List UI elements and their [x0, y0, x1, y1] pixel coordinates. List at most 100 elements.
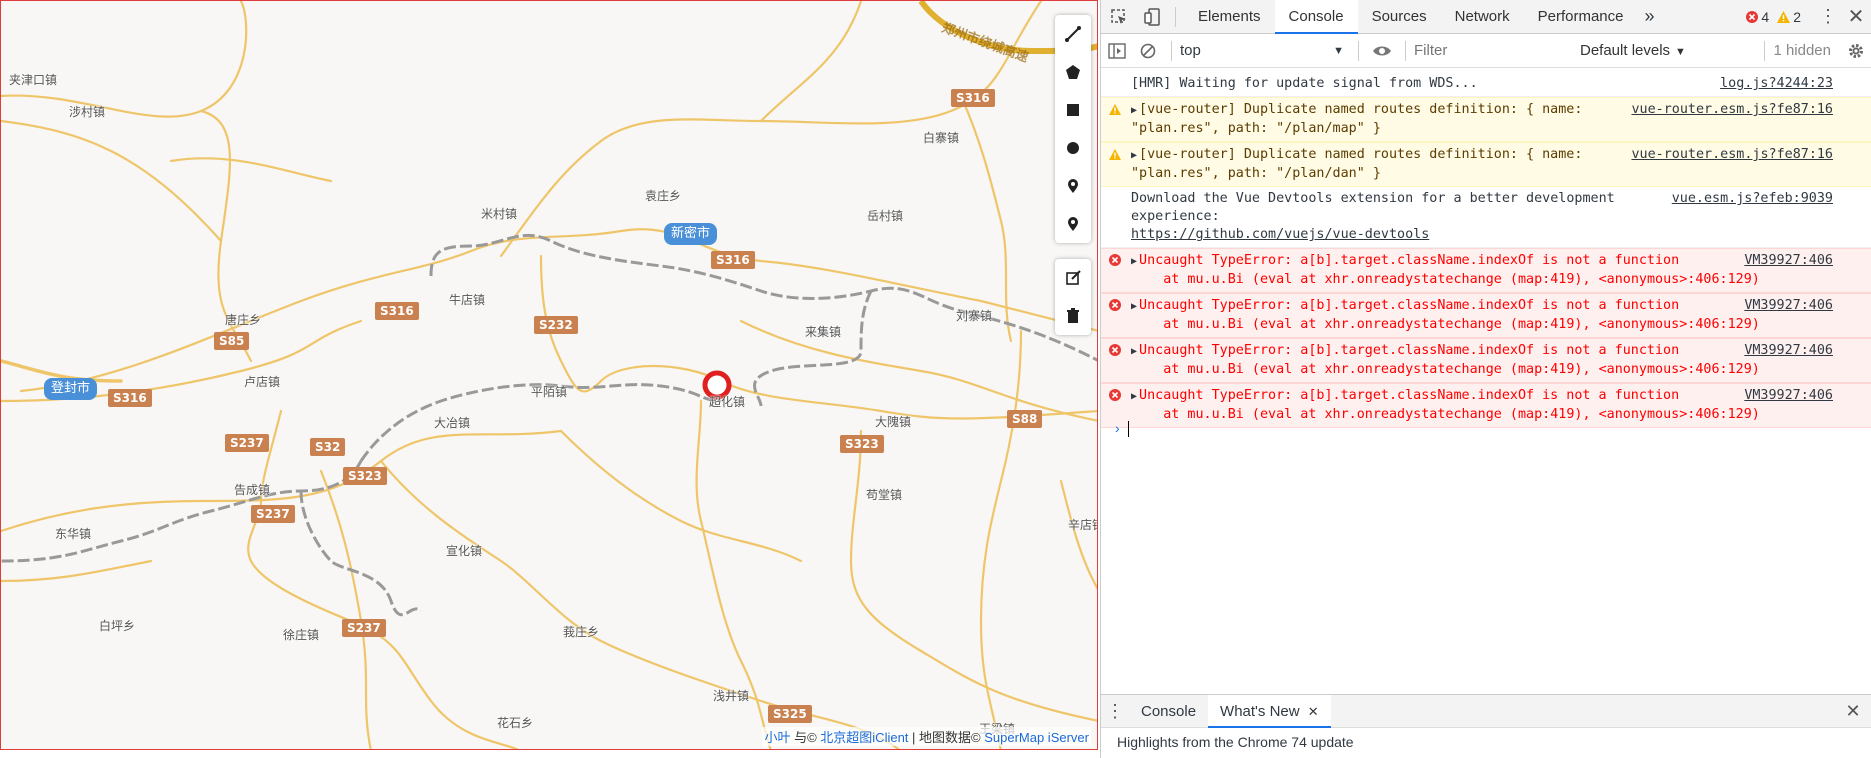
place-label: 夹津口镇 — [9, 73, 58, 87]
place-label: 辛店镇 — [1068, 518, 1097, 532]
message-source-link[interactable]: vue-router.esm.js?fe87:16 — [1631, 146, 1833, 164]
tab-performance[interactable]: Performance — [1524, 0, 1638, 34]
inspect-element-icon[interactable] — [1101, 8, 1137, 26]
tab-network[interactable]: Network — [1441, 0, 1524, 34]
message-line: at mu.u.Bi (eval at xhr.onreadystatechan… — [1131, 272, 1760, 287]
place-label: 告成镇 — [234, 483, 271, 497]
message-source-link[interactable]: log.js?4244:23 — [1720, 75, 1833, 93]
expand-arrow-icon[interactable]: ▶ — [1131, 301, 1137, 312]
console-message-error[interactable]: ▶ Uncaught TypeError: a[b].target.classNa… — [1101, 383, 1871, 428]
console-message-log[interactable]: [HMR] Waiting for update signal from WDS… — [1101, 72, 1871, 97]
place-label: 大隗镇 — [875, 415, 912, 429]
place-label: 徐庄镇 — [283, 628, 320, 642]
road-shield: S237 — [342, 619, 386, 637]
expand-arrow-icon[interactable]: ▶ — [1131, 105, 1137, 116]
road-shield: S316 — [375, 302, 419, 320]
clear-console-icon[interactable] — [1133, 43, 1163, 59]
road-shield: S323 — [343, 467, 387, 485]
attribution-iclient-link[interactable]: 北京超图iClient — [820, 730, 908, 745]
error-icon — [1109, 344, 1121, 362]
device-toolbar-icon[interactable] — [1137, 7, 1167, 26]
settings-gear-icon[interactable] — [1841, 42, 1871, 60]
expand-arrow-icon[interactable]: ▶ — [1131, 391, 1137, 402]
message-line: at mu.u.Bi (eval at xhr.onreadystatechan… — [1131, 407, 1760, 422]
place-label: 苟堂镇 — [866, 488, 903, 502]
message-link[interactable]: https://github.com/vuejs/vue-devtools — [1131, 227, 1429, 242]
console-message-error[interactable]: ▶ Uncaught TypeError: a[b].target.classNa… — [1101, 293, 1871, 338]
message-source-link[interactable]: VM39927:406 — [1744, 387, 1833, 405]
tab-elements[interactable]: Elements — [1184, 0, 1275, 34]
more-tabs-icon[interactable]: » — [1638, 6, 1662, 27]
place-label: 牛店镇 — [449, 293, 486, 307]
warning-icon — [1109, 148, 1121, 166]
close-drawer-icon[interactable]: ✕ — [1835, 701, 1871, 722]
devtools-panel: Elements Console Sources Network Perform… — [1100, 0, 1871, 758]
line-tool-icon[interactable] — [1055, 15, 1091, 53]
message-line: at mu.u.Bi (eval at xhr.onreadystatechan… — [1131, 317, 1760, 332]
road-shield: S85 — [214, 332, 250, 350]
road-shield: S237 — [251, 505, 295, 523]
message-source-link[interactable]: VM39927:406 — [1744, 252, 1833, 270]
chevron-down-icon: ▼ — [1675, 46, 1686, 58]
expand-arrow-icon[interactable]: ▶ — [1131, 256, 1137, 267]
message-line: "plan.res", path: "/plan/dan" } — [1131, 166, 1381, 181]
warning-icon — [1109, 103, 1121, 121]
message-source-link[interactable]: VM39927:406 — [1744, 297, 1833, 315]
message-source-link[interactable]: VM39927:406 — [1744, 342, 1833, 360]
close-devtools-icon[interactable]: ✕ — [1841, 4, 1871, 29]
console-message-error[interactable]: ▶ Uncaught TypeError: a[b].target.classNa… — [1101, 338, 1871, 383]
circle-tool-icon[interactable] — [1055, 129, 1091, 167]
road-shield: S88 — [1007, 410, 1043, 428]
tab-console[interactable]: Console — [1274, 0, 1358, 34]
place-label: 大冶镇 — [434, 416, 471, 430]
whats-new-text: Highlights from the Chrome 74 update — [1117, 734, 1354, 750]
marker-tool-icon[interactable] — [1055, 167, 1091, 205]
error-icon — [1109, 389, 1121, 407]
live-expression-eye-icon[interactable] — [1367, 44, 1397, 58]
drawer-tab-console[interactable]: Console — [1129, 695, 1208, 728]
road-shield: S325 — [768, 705, 812, 723]
place-label: 莪庄乡 — [563, 625, 600, 639]
road-shield: S32 — [310, 438, 346, 456]
error-count-badge[interactable]: 4 — [1746, 9, 1769, 25]
place-label: 袁庄乡 — [645, 189, 682, 203]
map-view[interactable]: 郑州市绕城高速 夹津口镇 涉村镇 袁庄乡 米村镇 岳村镇 白寨镇 牛店镇 唐庄乡 来集镇 刘寨镇卢… — [0, 0, 1098, 750]
attribution-author[interactable]: 小叶 — [764, 730, 790, 745]
console-message-warn[interactable]: ▶ [vue-router] Duplicate named routes def… — [1101, 142, 1871, 187]
log-levels-dropdown[interactable]: Default levels ▼ — [1580, 42, 1686, 59]
place-label: 来集镇 — [805, 325, 842, 339]
message-line: ▶ Uncaught TypeError: a[b].target.classNa… — [1131, 298, 1680, 313]
expand-arrow-icon[interactable]: ▶ — [1131, 150, 1137, 161]
place-label: 白寨镇 — [923, 131, 960, 145]
warning-icon — [1777, 10, 1791, 23]
road-shield: S323 — [840, 435, 884, 453]
close-icon[interactable]: ✕ — [1308, 704, 1319, 719]
trash-icon[interactable] — [1055, 297, 1091, 335]
context-selector[interactable]: top ▼ — [1180, 42, 1350, 59]
place-label: 岳村镇 — [867, 209, 904, 223]
warning-count-badge[interactable]: 2 — [1777, 9, 1801, 25]
marker-tool-icon[interactable] — [1055, 205, 1091, 243]
edit-icon[interactable] — [1055, 259, 1091, 297]
console-message-warn[interactable]: ▶ [vue-router] Duplicate named routes def… — [1101, 97, 1871, 142]
chevron-down-icon: ▼ — [1333, 44, 1344, 57]
drawer-menu-icon[interactable]: ⋮ — [1101, 701, 1129, 722]
message-source-link[interactable]: vue.esm.js?efeb:9039 — [1672, 190, 1833, 208]
console-message-log[interactable]: Download the Vue Devtools extension for … — [1101, 187, 1871, 248]
console-prompt[interactable]: › — [1115, 420, 1129, 438]
place-label: 花石乡 — [497, 716, 534, 730]
sidebar-toggle-icon[interactable] — [1101, 42, 1133, 59]
drawer-tab-whats-new[interactable]: What's New ✕ — [1208, 694, 1331, 728]
customize-menu-icon[interactable]: ⋮ — [1815, 6, 1841, 27]
attribution-iserver-link[interactable]: SuperMap iServer — [984, 730, 1089, 745]
message-line: at mu.u.Bi (eval at xhr.onreadystatechan… — [1131, 362, 1760, 377]
console-message-error[interactable]: ▶ Uncaught TypeError: a[b].target.classNa… — [1101, 248, 1871, 293]
console-toolbar: top▼ Default levels▼ 1 hidden — [1101, 34, 1871, 68]
console-filter-input[interactable] — [1414, 39, 1574, 62]
polygon-tool-icon[interactable] — [1055, 53, 1091, 91]
error-icon — [1109, 299, 1121, 317]
tab-sources[interactable]: Sources — [1358, 0, 1441, 34]
rectangle-tool-icon[interactable] — [1055, 91, 1091, 129]
expand-arrow-icon[interactable]: ▶ — [1131, 346, 1137, 357]
message-source-link[interactable]: vue-router.esm.js?fe87:16 — [1631, 101, 1833, 119]
